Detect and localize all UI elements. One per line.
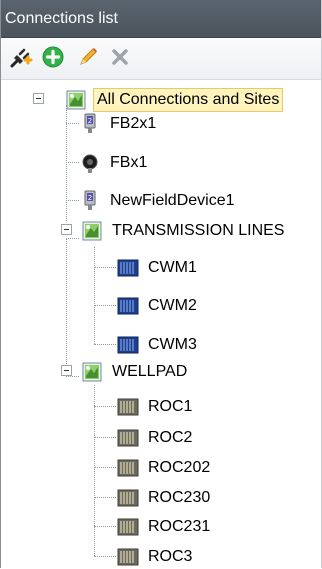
tree-item-label: ROC230 — [148, 489, 211, 506]
group-collapse-toggle[interactable] — [61, 365, 72, 376]
tree-item-roc231[interactable]: ROC231 — [117, 515, 213, 539]
site-map-icon — [81, 361, 103, 383]
tree-item-cwm1[interactable]: CWM1 — [117, 256, 200, 280]
svg-text:2: 2 — [88, 117, 92, 125]
tree-item-all-connections[interactable]: All Connections and Sites — [65, 88, 284, 112]
svg-text:2: 2 — [88, 194, 92, 202]
field-device-icon: 2 — [79, 190, 101, 212]
tree-item-label: ROC3 — [148, 548, 193, 565]
connect-plug-icon — [9, 45, 33, 74]
tree-group-wellpad[interactable]: WELLPAD — [81, 360, 190, 384]
tree-item-label: FBx1 — [110, 154, 148, 171]
tree-item-fb2x1[interactable]: 2 FB2x1 — [79, 112, 159, 136]
tree-item-roc202[interactable]: ROC202 — [117, 456, 213, 480]
rack-blue-icon — [117, 295, 139, 317]
tree-item-label: NewFieldDevice1 — [110, 192, 235, 209]
rack-blue-icon — [117, 334, 139, 356]
connect-button[interactable] — [9, 47, 33, 71]
connections-panel: Connections list All Connections and Sit… — [0, 0, 322, 568]
site-map-icon — [65, 89, 87, 111]
rack-blue-icon — [117, 257, 139, 279]
pencil-icon — [76, 45, 100, 74]
tree-item-newfielddevice1[interactable]: 2 NewFieldDevice1 — [79, 189, 238, 213]
tree-item-cwm2[interactable]: CWM2 — [117, 294, 200, 318]
group-collapse-toggle[interactable] — [61, 224, 72, 235]
rack-gray-icon — [117, 516, 139, 538]
rack-gray-icon — [117, 546, 139, 568]
site-map-icon — [81, 220, 103, 242]
tree-item-fbx1[interactable]: FBx1 — [79, 151, 150, 175]
tree-item-roc2[interactable]: ROC2 — [117, 426, 195, 450]
tree-item-roc1[interactable]: ROC1 — [117, 395, 195, 419]
toolbar — [1, 39, 321, 80]
rack-gray-icon — [117, 457, 139, 479]
tree-item-label: CWM2 — [148, 297, 197, 314]
add-circle-icon — [41, 45, 65, 74]
rack-gray-icon — [117, 487, 139, 509]
edit-button[interactable] — [76, 47, 100, 71]
rack-gray-icon — [117, 396, 139, 418]
tree-item-label: CWM1 — [148, 259, 197, 276]
tree-item-label: ROC202 — [148, 459, 211, 476]
add-button[interactable] — [41, 45, 65, 74]
tree-item-label: CWM3 — [148, 336, 197, 353]
tree-item-roc230[interactable]: ROC230 — [117, 486, 213, 510]
tree-item-label: FB2x1 — [110, 115, 157, 132]
connections-tree: All Connections and Sites 2 FB2x1 FBx1 2… — [1, 82, 321, 568]
tree-item-roc3[interactable]: ROC3 — [117, 545, 195, 568]
panel-title: Connections list — [1, 0, 321, 38]
delete-button[interactable] — [108, 47, 132, 71]
round-device-icon — [79, 152, 101, 174]
tree-item-label: WELLPAD — [112, 363, 188, 380]
tree-item-label: ROC2 — [148, 429, 193, 446]
rack-gray-icon — [117, 427, 139, 449]
tree-item-cwm3[interactable]: CWM3 — [117, 333, 200, 357]
tree-item-label: All Connections and Sites — [93, 88, 284, 112]
tree-item-label: TRANSMISSION LINES — [112, 222, 285, 239]
root-collapse-toggle[interactable] — [33, 93, 44, 104]
field-device-icon: 2 — [79, 113, 101, 135]
tree-group-transmission-lines[interactable]: TRANSMISSION LINES — [81, 219, 287, 243]
tree-item-label: ROC1 — [148, 398, 193, 415]
x-icon — [108, 45, 132, 74]
tree-item-label: ROC231 — [148, 518, 211, 535]
